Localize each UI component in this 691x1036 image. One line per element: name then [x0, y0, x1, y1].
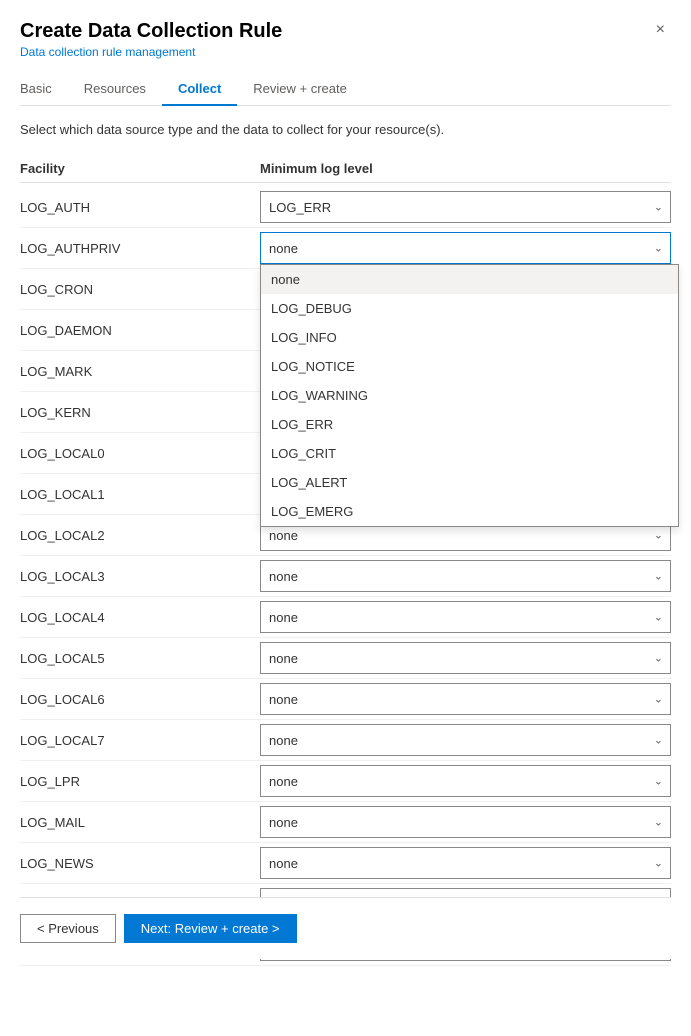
- log-level-select[interactable]: none: [260, 724, 671, 756]
- facility-name: LOG_AUTH: [20, 200, 260, 215]
- table-row: LOG_LOCAL3 none ⌄: [20, 556, 671, 597]
- dialog-subtitle: Data collection rule management: [20, 45, 282, 59]
- table-row: LOG_LOCAL5 none ⌄: [20, 638, 671, 679]
- log-level-select[interactable]: none: [260, 683, 671, 715]
- table-row: LOG_LPR none ⌄: [20, 761, 671, 802]
- facility-name: LOG_LOCAL0: [20, 446, 260, 461]
- col-facility-header: Facility: [20, 161, 260, 176]
- dropdown-option-log-info[interactable]: LOG_INFO: [261, 323, 678, 352]
- dropdown-option-log-alert[interactable]: LOG_ALERT: [261, 468, 678, 497]
- dialog-header: Create Data Collection Rule Data collect…: [20, 20, 671, 59]
- page-description: Select which data source type and the da…: [20, 122, 671, 137]
- log-level-select[interactable]: none: [260, 847, 671, 879]
- header-text: Create Data Collection Rule Data collect…: [20, 20, 282, 59]
- dropdown-option-log-emerg[interactable]: LOG_EMERG: [261, 497, 678, 526]
- facility-name: LOG_LOCAL1: [20, 487, 260, 502]
- footer: < Previous Next: Review + create >: [20, 897, 671, 959]
- table-row: LOG_NEWS none ⌄: [20, 843, 671, 884]
- facility-table: Facility Minimum log level LOG_AUTH LOG_…: [20, 155, 671, 966]
- dropdown-option-none[interactable]: none: [261, 265, 678, 294]
- log-level-dropdown-container: none ⌄: [260, 683, 671, 715]
- log-level-select[interactable]: none: [260, 560, 671, 592]
- tab-resources[interactable]: Resources: [68, 73, 162, 106]
- log-level-dropdown-container: none ⌄: [260, 642, 671, 674]
- dropdown-option-log-debug[interactable]: LOG_DEBUG: [261, 294, 678, 323]
- facility-name: LOG_LOCAL6: [20, 692, 260, 707]
- dialog-title: Create Data Collection Rule: [20, 20, 282, 43]
- table-row: LOG_AUTHPRIV none ⌄ none LOG_DEBUG LOG_I…: [20, 228, 671, 269]
- table-row: LOG_LOCAL4 none ⌄: [20, 597, 671, 638]
- log-level-select[interactable]: none: [260, 806, 671, 838]
- tab-basic[interactable]: Basic: [20, 73, 68, 106]
- facility-name: LOG_LOCAL4: [20, 610, 260, 625]
- facility-name: LOG_MAIL: [20, 815, 260, 830]
- log-level-select[interactable]: none: [260, 765, 671, 797]
- table-row: LOG_LOCAL6 none ⌄: [20, 679, 671, 720]
- log-level-dropdown-container: none ⌄: [260, 847, 671, 879]
- tab-collect[interactable]: Collect: [162, 73, 237, 106]
- facility-name: LOG_DAEMON: [20, 323, 260, 338]
- previous-button[interactable]: < Previous: [20, 914, 116, 943]
- log-level-dropdown-container: none ⌄: [260, 724, 671, 756]
- table-header: Facility Minimum log level: [20, 155, 671, 183]
- dialog: Create Data Collection Rule Data collect…: [0, 0, 691, 1036]
- log-level-dropdown-container: none ⌄: [260, 806, 671, 838]
- dropdown-option-log-err[interactable]: LOG_ERR: [261, 410, 678, 439]
- table-row: LOG_AUTH LOG_ERR ⌄: [20, 187, 671, 228]
- log-level-dropdown-open-container: none ⌄ none LOG_DEBUG LOG_INFO LOG_NOTIC…: [260, 232, 671, 264]
- facility-name: LOG_KERN: [20, 405, 260, 420]
- dropdown-option-log-warning[interactable]: LOG_WARNING: [261, 381, 678, 410]
- table-row: LOG_LOCAL7 none ⌄: [20, 720, 671, 761]
- tabs-bar: Basic Resources Collect Review + create: [20, 73, 671, 106]
- log-level-dropdown-container: LOG_ERR ⌄: [260, 191, 671, 223]
- log-level-dropdown-container: none ⌄: [260, 765, 671, 797]
- log-level-dropdown-container: none ⌄: [260, 560, 671, 592]
- dropdown-popup: none LOG_DEBUG LOG_INFO LOG_NOTICE LOG_W…: [260, 264, 679, 527]
- facility-name: LOG_LOCAL5: [20, 651, 260, 666]
- facility-name: LOG_MARK: [20, 364, 260, 379]
- table-row: LOG_MAIL none ⌄: [20, 802, 671, 843]
- tab-review[interactable]: Review + create: [237, 73, 363, 106]
- facility-name: LOG_AUTHPRIV: [20, 241, 260, 256]
- col-loglevel-header: Minimum log level: [260, 161, 671, 176]
- facility-name: LOG_LOCAL3: [20, 569, 260, 584]
- dropdown-option-log-notice[interactable]: LOG_NOTICE: [261, 352, 678, 381]
- facility-name: LOG_LOCAL2: [20, 528, 260, 543]
- facility-name: LOG_CRON: [20, 282, 260, 297]
- dropdown-option-log-crit[interactable]: LOG_CRIT: [261, 439, 678, 468]
- log-level-select[interactable]: none: [260, 642, 671, 674]
- close-button[interactable]: ×: [650, 20, 671, 40]
- facility-name: LOG_NEWS: [20, 856, 260, 871]
- log-level-select-open[interactable]: none: [260, 232, 671, 264]
- facility-name: LOG_LPR: [20, 774, 260, 789]
- next-button[interactable]: Next: Review + create >: [124, 914, 297, 943]
- facility-name: LOG_LOCAL7: [20, 733, 260, 748]
- log-level-dropdown-container: none ⌄: [260, 601, 671, 633]
- log-level-select[interactable]: none: [260, 601, 671, 633]
- log-level-select[interactable]: LOG_ERR: [260, 191, 671, 223]
